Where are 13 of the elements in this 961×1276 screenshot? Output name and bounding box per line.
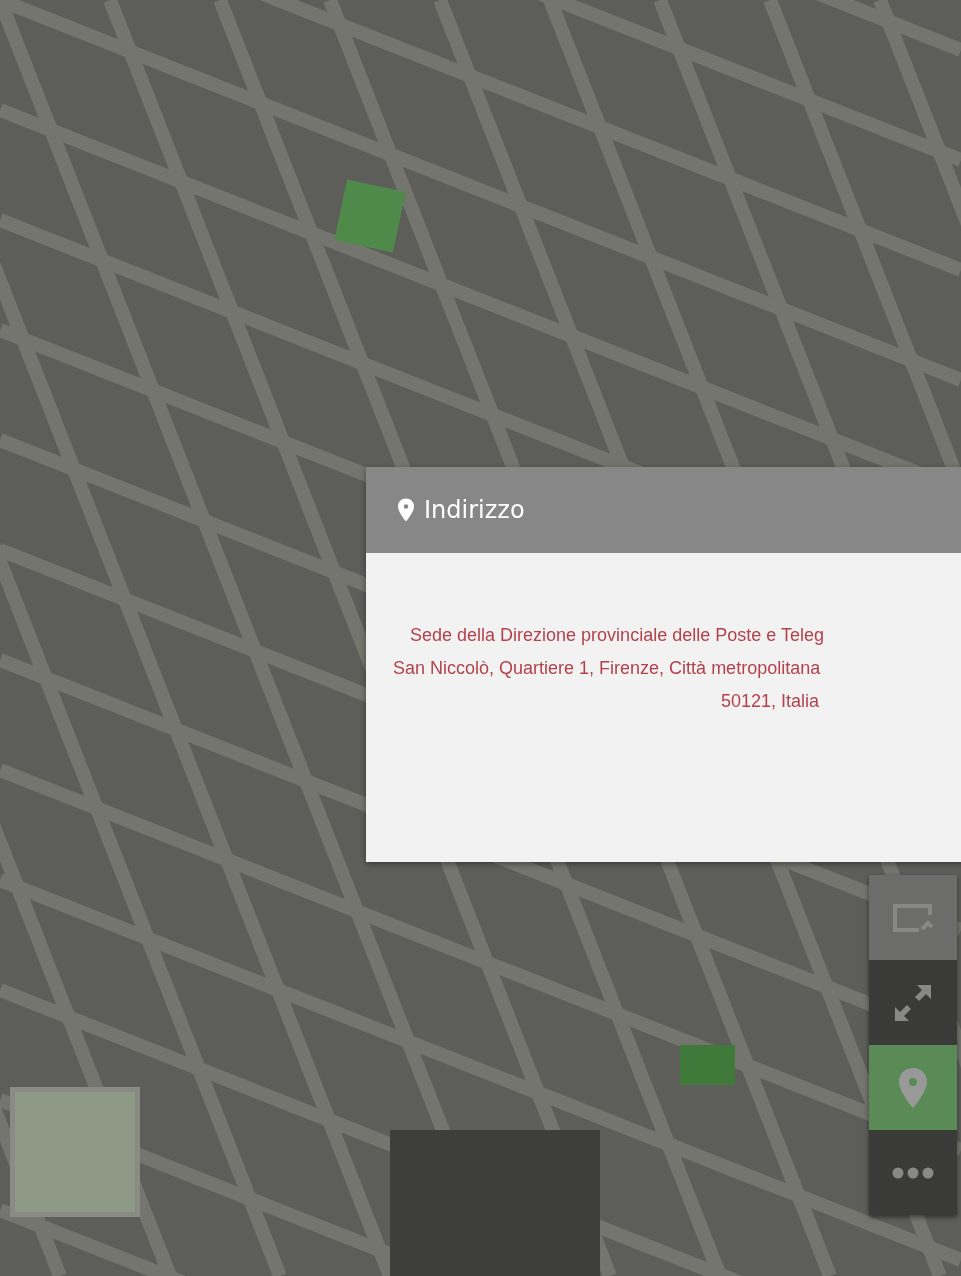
fullscreen-button[interactable] (869, 960, 957, 1045)
address-text: San Niccolò, Quartiere 1, Firenze, Città metropolitana (393, 657, 821, 680)
more-button[interactable] (869, 1130, 957, 1215)
address-text: 50121, Italia (721, 690, 820, 713)
more-icon (892, 1166, 934, 1179)
map-pin-icon (398, 498, 414, 522)
address-text: Sede della Direzione provinciale delle Poste e Teleg (410, 624, 824, 647)
map-pin-icon (899, 1067, 927, 1108)
screen-share-icon (892, 902, 934, 933)
share-button[interactable] (869, 875, 957, 960)
location-button[interactable] (869, 1045, 957, 1130)
minimap-thumbnail[interactable] (10, 1087, 140, 1217)
popup-title: Indirizzo (424, 496, 525, 524)
